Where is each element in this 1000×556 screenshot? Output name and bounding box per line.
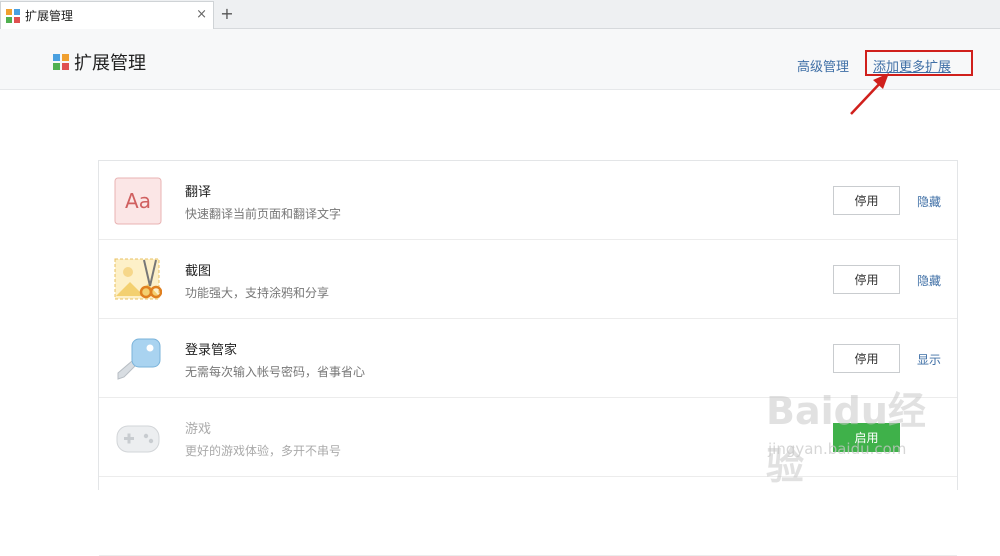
extension-desc: 无需每次输入帐号密码，省事省心 — [185, 365, 366, 379]
extension-name: 游戏 — [185, 422, 212, 437]
hide-link[interactable]: 隐藏 — [917, 272, 941, 289]
page-title: 扩展管理 — [74, 53, 146, 74]
extension-name: 登录管家 — [185, 343, 238, 358]
disable-button[interactable]: 停用 — [833, 186, 900, 215]
extension-desc: 更好的游戏体验，多开不串号 — [185, 444, 342, 458]
tab-extensions[interactable]: 扩展管理 × — [0, 1, 214, 29]
extension-name: 翻译 — [185, 185, 212, 200]
screenshot-icon — [114, 258, 162, 300]
disable-button[interactable]: 停用 — [833, 344, 900, 373]
tab-bar: 扩展管理 × + — [0, 0, 1000, 29]
extension-list: Aa 翻译 快速翻译当前页面和翻译文字 停用 隐藏 截图 功能强大，支持涂鸦和分… — [98, 160, 958, 556]
page-title-group: 扩展管理 — [52, 49, 146, 75]
translate-icon: Aa — [114, 177, 162, 225]
extension-name: 截图 — [185, 264, 212, 279]
list-item — [99, 477, 957, 556]
extensions-icon — [53, 54, 69, 70]
show-link[interactable]: 显示 — [917, 351, 941, 368]
extensions-icon — [6, 8, 20, 23]
list-item: 截图 功能强大，支持涂鸦和分享 停用 隐藏 — [99, 240, 957, 319]
disable-button[interactable]: 停用 — [833, 265, 900, 294]
extension-desc: 功能强大，支持涂鸦和分享 — [185, 286, 330, 300]
tab-title: 扩展管理 — [25, 9, 74, 23]
enable-button[interactable]: 启用 — [833, 423, 900, 452]
svg-text:Aa: Aa — [125, 189, 151, 213]
hide-link[interactable]: 隐藏 — [917, 193, 941, 210]
advanced-manage-link[interactable]: 高级管理 — [797, 56, 849, 75]
gamepad-icon — [116, 425, 160, 453]
list-item: 游戏 更好的游戏体验，多开不串号 启用 — [99, 398, 957, 477]
key-icon — [117, 338, 161, 380]
list-item: Aa 翻译 快速翻译当前页面和翻译文字 停用 隐藏 — [99, 161, 957, 240]
annotation-arrow-icon — [850, 73, 889, 115]
list-item: 登录管家 无需每次输入帐号密码，省事省心 停用 显示 — [99, 319, 957, 398]
extension-desc: 快速翻译当前页面和翻译文字 — [185, 207, 342, 221]
close-icon[interactable]: × — [196, 8, 207, 22]
new-tab-button[interactable]: + — [218, 5, 236, 23]
